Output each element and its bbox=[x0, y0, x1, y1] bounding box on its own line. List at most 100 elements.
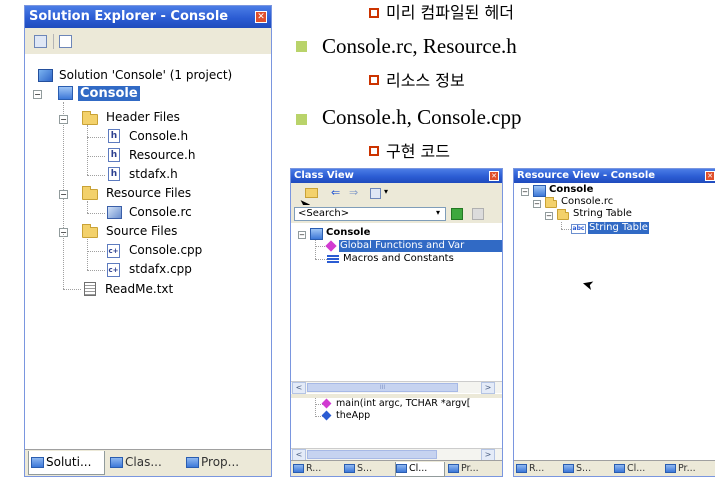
collapse-resource-files-toggle[interactable]: − bbox=[59, 190, 68, 199]
tab-properties[interactable]: Pr... bbox=[448, 462, 498, 476]
solution-explorer-tabbar: Soluti... Clas... Prop... bbox=[25, 449, 271, 476]
bullet-resource-info: 리소스 정보 bbox=[386, 71, 465, 90]
collapse-header-files-toggle[interactable]: − bbox=[59, 115, 68, 124]
tab-solution-explorer[interactable]: Soluti... bbox=[28, 451, 105, 475]
tab-class-view[interactable]: Cl... bbox=[395, 462, 445, 477]
solution-explorer-toolbar bbox=[25, 28, 271, 54]
scroll-left-button[interactable]: < bbox=[292, 382, 306, 394]
tab-label: S... bbox=[576, 463, 592, 474]
tab-class-view[interactable]: Clas... bbox=[107, 451, 181, 475]
bullet-precompiled-header: 미리 컴파일된 헤더 bbox=[386, 3, 514, 22]
class-item-globals[interactable]: Global Functions and Var bbox=[339, 240, 502, 252]
tab-solution-explorer[interactable]: S... bbox=[563, 462, 611, 476]
resource-string-table-folder[interactable]: String Table bbox=[573, 208, 632, 220]
forward-arrow-icon[interactable]: ⇒ bbox=[349, 186, 358, 199]
bullet-implementation-code: 구현 코드 bbox=[386, 142, 450, 161]
resource-view-close-button[interactable]: ✕ bbox=[705, 171, 715, 181]
chevron-down-icon[interactable]: ▾ bbox=[384, 187, 388, 196]
file-console-h[interactable]: Console.h bbox=[129, 129, 188, 144]
properties-icon[interactable] bbox=[34, 35, 47, 48]
collapse-project-toggle[interactable]: − bbox=[33, 90, 42, 99]
solution-explorer-title: Solution Explorer - Console bbox=[29, 9, 229, 24]
show-all-files-icon[interactable] bbox=[59, 35, 72, 48]
function-member-icon bbox=[321, 398, 332, 409]
cpp-file-icon: c+ bbox=[107, 263, 120, 277]
sort-by-icon[interactable] bbox=[370, 188, 381, 199]
file-resource-h[interactable]: Resource.h bbox=[129, 148, 195, 163]
sub-bullet-icon bbox=[369, 8, 379, 18]
tree-guide bbox=[63, 234, 64, 289]
project-icon bbox=[58, 86, 73, 100]
tab-solution-label: Soluti... bbox=[46, 455, 92, 469]
scroll-thumb[interactable] bbox=[307, 450, 437, 459]
class-view-close-button[interactable]: ✕ bbox=[489, 171, 499, 181]
solution-tab-icon bbox=[344, 464, 355, 473]
file-stdafx-h[interactable]: stdafx.h bbox=[129, 167, 178, 182]
scroll-thumb[interactable]: III bbox=[307, 383, 458, 392]
tab-properties[interactable]: Pr... bbox=[665, 462, 715, 476]
file-console-cpp[interactable]: Console.cpp bbox=[129, 243, 202, 258]
clear-search-icon[interactable] bbox=[472, 208, 484, 220]
sub-bullet-icon bbox=[369, 146, 379, 156]
solution-explorer-panel: Solution Explorer - Console ✕ Solution '… bbox=[24, 5, 272, 477]
properties-tab-icon bbox=[186, 457, 199, 468]
member-theapp[interactable]: theApp bbox=[336, 410, 370, 422]
tab-class-label: Clas... bbox=[125, 455, 162, 469]
sub-bullet-icon bbox=[369, 75, 379, 85]
tab-label: S... bbox=[357, 463, 373, 474]
resource-tab-icon bbox=[516, 464, 527, 473]
tab-properties[interactable]: Prop... bbox=[183, 451, 263, 475]
class-tree-hscrollbar[interactable]: < III > bbox=[291, 381, 502, 394]
class-root-node[interactable]: Console bbox=[326, 227, 370, 239]
text-file-icon bbox=[84, 282, 96, 296]
members-hscrollbar[interactable]: < > bbox=[291, 448, 502, 461]
file-stdafx-cpp[interactable]: stdafx.cpp bbox=[129, 262, 192, 277]
resource-root-node[interactable]: Console bbox=[549, 184, 593, 196]
member-main[interactable]: main(int argc, TCHAR *argv[ bbox=[336, 398, 502, 410]
tree-guide bbox=[87, 156, 105, 157]
source-files-folder-icon bbox=[82, 224, 98, 238]
string-table-icon: abc bbox=[571, 224, 586, 234]
resource-rc-node[interactable]: Console.rc bbox=[561, 196, 613, 208]
header-files-node[interactable]: Header Files bbox=[106, 110, 180, 125]
resource-view-titlebar: Resource View - Console bbox=[514, 169, 715, 183]
tree-guide bbox=[87, 270, 105, 271]
collapse-class-root-toggle[interactable]: − bbox=[298, 231, 306, 239]
solution-tab-icon bbox=[563, 464, 574, 473]
collapse-rc-toggle[interactable]: − bbox=[533, 200, 541, 208]
project-node[interactable]: Console bbox=[78, 86, 140, 101]
collapse-string-table-toggle[interactable]: − bbox=[545, 212, 553, 220]
tab-solution-explorer[interactable]: S... bbox=[344, 462, 392, 476]
tab-resource-view[interactable]: R... bbox=[293, 462, 341, 476]
search-input[interactable]: <Search> bbox=[294, 207, 446, 221]
search-dropdown-arrow[interactable]: ▾ bbox=[436, 208, 440, 217]
class-item-macros[interactable]: Macros and Constants bbox=[343, 253, 454, 265]
project-icon bbox=[310, 228, 323, 240]
solution-node[interactable]: Solution 'Console' (1 project) bbox=[59, 68, 232, 83]
tree-guide bbox=[315, 398, 316, 417]
file-readme[interactable]: ReadMe.txt bbox=[105, 282, 173, 297]
properties-tab-icon bbox=[448, 464, 459, 473]
solution-explorer-titlebar: Solution Explorer - Console bbox=[25, 6, 271, 28]
file-console-rc[interactable]: Console.rc bbox=[129, 205, 192, 220]
back-arrow-icon[interactable]: ⇐ bbox=[331, 186, 340, 199]
class-view-panel: Class View ✕ ⇐ ⇒ ▾ ➤ <Search> ▾ − Consol… bbox=[290, 168, 503, 477]
cpp-file-icon: c+ bbox=[107, 244, 120, 258]
resource-view-title: Resource View - Console bbox=[517, 170, 656, 181]
source-files-node[interactable]: Source Files bbox=[106, 224, 177, 239]
resource-files-node[interactable]: Resource Files bbox=[106, 186, 191, 201]
tab-resource-view[interactable]: R... bbox=[516, 462, 560, 476]
folder-icon bbox=[557, 209, 569, 220]
tree-guide bbox=[561, 229, 571, 230]
resource-string-table-item[interactable]: String Table bbox=[588, 222, 649, 234]
macro-icon bbox=[327, 255, 339, 263]
class-view-toolbar: ⇐ ⇒ ▾ bbox=[291, 183, 502, 205]
tab-class-view[interactable]: Cl... bbox=[614, 462, 662, 476]
go-search-icon[interactable] bbox=[451, 208, 463, 220]
tab-label: Cl... bbox=[627, 463, 646, 474]
collapse-resource-root-toggle[interactable]: − bbox=[521, 188, 529, 196]
scroll-right-button[interactable]: > bbox=[481, 382, 495, 394]
solution-explorer-close-button[interactable]: ✕ bbox=[255, 11, 267, 23]
header-files-folder-icon bbox=[82, 111, 98, 125]
folder-icon bbox=[545, 197, 557, 208]
